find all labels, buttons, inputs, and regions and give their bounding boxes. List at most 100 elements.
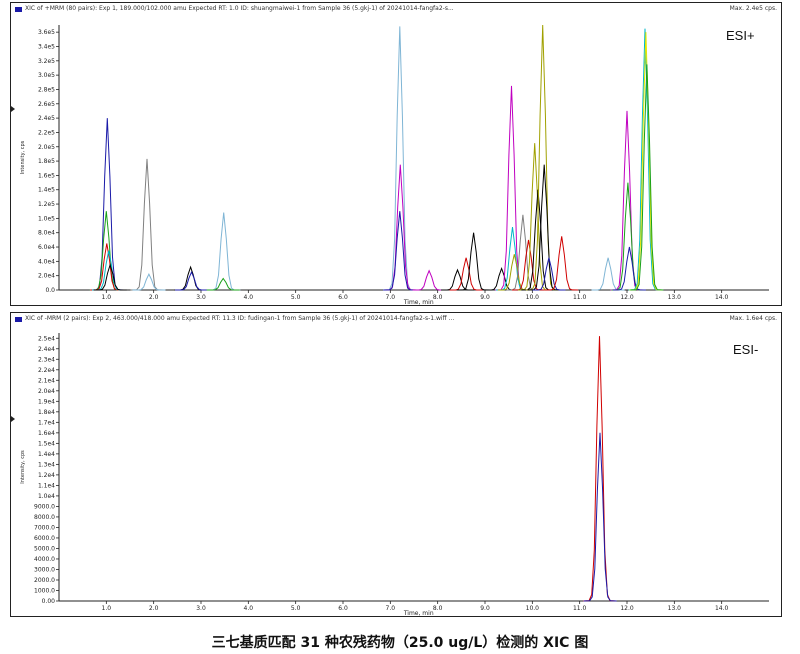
x-tick-label: 7.0 [386,294,396,301]
xic-plot-esi-positive: 0.0 2.0e4 4.0e4 6.0e4 8.0e4 1.0e5 1.2e5 1.4e5 1.… [20,24,769,305]
x-tick-label: 4.0 [244,605,254,612]
y-tick-label: 1.3e4 [38,461,55,468]
y-tick-label: 3000.0 [34,566,55,573]
chromatogram-peak [383,26,417,291]
x-tick-label: 10.0 [526,605,540,612]
x-tick-label: 13.0 [668,294,682,301]
chromatogram-peak [174,265,208,291]
chromatogram-peak [130,158,164,291]
chromatogram-peak [175,270,209,291]
chart-panel-esi-negative: XIC of -MRM (2 pairs): Exp 2, 463.000/41… [10,312,782,617]
mode-label-esi-negative: ESI- [733,342,759,357]
y-tick-label: 2.0e4 [38,273,55,280]
y-tick-label: 1.2e5 [38,201,55,208]
x-tick-label: 7.0 [386,605,396,612]
y-tick-label: 4.0e4 [38,258,55,265]
mode-label-esi-positive: ESI+ [726,28,755,43]
x-tick-label: 8.0 [433,294,443,301]
y-tick-label: 1.8e4 [38,409,55,416]
y-tick-label: 3.2e5 [38,58,55,65]
y-tick-label: 1.4e4 [38,451,55,458]
chromatogram-peak [90,118,124,291]
x-tick-label: 3.0 [196,294,206,301]
y-marker [11,106,15,112]
y-tick-label: 8000.0 [34,514,55,521]
y-tick-label: 6.0e4 [38,244,55,251]
x-tick-label: 2.0 [149,294,159,301]
x-tick-label: 12.0 [620,605,634,612]
chromatogram-peak [383,211,417,291]
y-tick-label: 2.5e4 [38,335,55,342]
x-tick-label: 11.0 [573,294,587,301]
x-tick-label: 5.0 [291,605,301,612]
y-tick-label: 3.4e5 [38,43,55,50]
chart-panel-esi-positive: XIC of +MRM (80 pairs): Exp 1, 189.000/1… [10,2,782,306]
y-axis-label: Intensity, cps [20,140,26,174]
y-axis-label: Intensity, cps [20,450,26,484]
y-tick-label: 1.8e5 [38,158,55,165]
y-tick-label: 4000.0 [34,556,55,563]
x-tick-label: 11.0 [573,605,587,612]
y-tick-label: 1.0e5 [38,215,55,222]
chromatogram-peak [583,432,617,602]
chromatogram-peak [207,212,241,291]
chromatogram-peak [495,226,530,291]
figure-caption: 三七基质匹配 31 种农残药物（25.0 ug/L）检测的 XIC 图 [211,635,589,651]
y-tick-label: 1000.0 [34,587,55,594]
chromatogram-peak [485,267,519,291]
y-tick-label: 2.0e5 [38,144,55,151]
x-axis-label: Time, min [403,299,434,305]
x-tick-label: 1.0 [102,294,112,301]
y-tick-label: 5000.0 [34,545,55,552]
y-tick-label: 2.2e5 [38,129,55,136]
y-tick-label: 1.2e4 [38,472,55,479]
y-tick-label: 2.8e5 [38,86,55,93]
x-tick-label: 9.0 [480,294,490,301]
y-tick-label: 1.5e4 [38,440,55,447]
y-tick-label: 1.6e4 [38,430,55,437]
y-tick-label: 1.4e5 [38,187,55,194]
y-tick-label: 0.0 [45,287,55,294]
chromatogram-peak [90,243,124,291]
x-tick-label: 8.0 [433,605,443,612]
x-tick-label: 12.0 [620,294,634,301]
x-tick-label: 14.0 [715,605,729,612]
x-tick-label: 13.0 [668,605,682,612]
chromatogram-peak [206,277,240,291]
y-tick-label: 9000.0 [34,503,55,510]
chromatogram-peak [412,269,446,291]
y-tick-label: 2.3e4 [38,356,55,363]
y-tick-label: 1.0e4 [38,493,55,500]
y-tick-label: 2.2e4 [38,367,55,374]
x-tick-label: 14.0 [715,294,729,301]
y-tick-label: 0.00 [42,598,56,605]
chromatogram-peak [506,214,540,291]
y-tick-label: 1.6e5 [38,172,55,179]
y-marker [11,416,15,422]
x-tick-label: 1.0 [102,605,112,612]
chromatogram-peak [526,24,560,291]
y-tick-label: 2000.0 [34,577,55,584]
xic-plot-esi-negative: 0.00 1000.0 2000.0 3000.0 4000.0 5000.0 6000.0… [20,333,769,616]
x-tick-label: 4.0 [244,294,254,301]
y-tick-label: 7000.0 [34,524,55,531]
chromatogram-peak [494,85,529,291]
chromatogram-peak [457,232,491,291]
x-tick-label: 9.0 [480,605,490,612]
x-tick-label: 10.0 [526,294,540,301]
chromatogram-peak [383,164,417,291]
y-tick-label: 8.0e4 [38,230,55,237]
y-tick-label: 2.4e5 [38,115,55,122]
y-tick-label: 3.6e5 [38,29,55,36]
x-tick-label: 6.0 [338,605,348,612]
y-tick-label: 2.4e4 [38,346,55,353]
x-tick-label: 3.0 [196,605,206,612]
x-tick-label: 6.0 [338,294,348,301]
y-tick-label: 1.9e4 [38,398,55,405]
chromatogram-peak [132,273,166,291]
y-tick-label: 2.0e4 [38,388,55,395]
y-tick-label: 3.0e5 [38,72,55,79]
x-tick-label: 2.0 [149,605,159,612]
y-tick-label: 1.7e4 [38,419,55,426]
y-tick-label: 2.6e5 [38,101,55,108]
